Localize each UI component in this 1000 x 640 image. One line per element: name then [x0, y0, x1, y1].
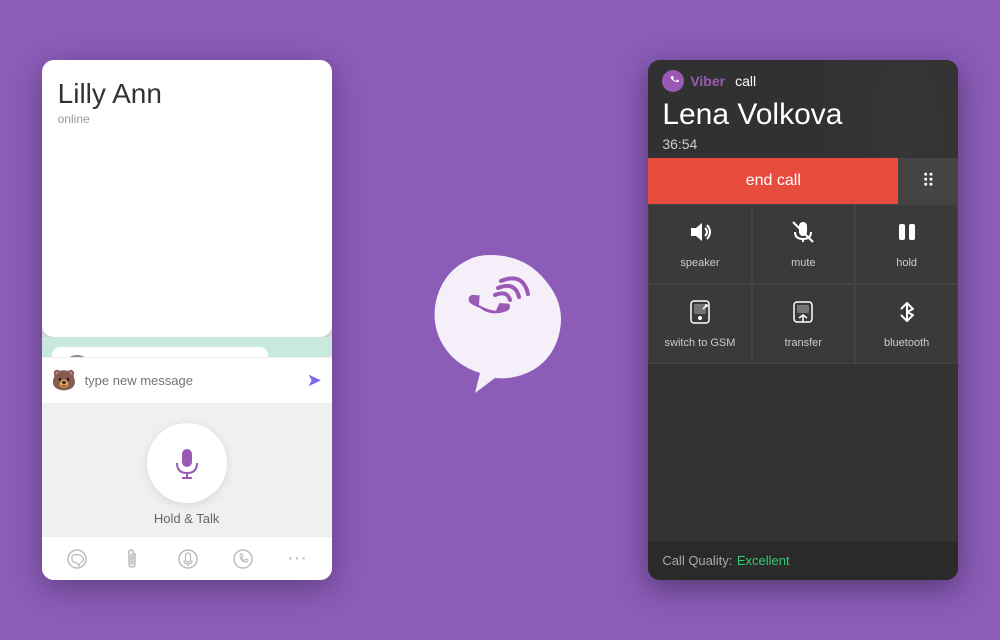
transfer-label: transfer: [785, 337, 822, 349]
call-quality: Call Quality: Excellent: [648, 542, 958, 580]
chat-area: I'm almost at the concert 20:22 Playing …: [42, 337, 332, 357]
message-incoming-1: I'm almost at the concert 20:22: [52, 347, 268, 357]
viber-label: Viber: [690, 73, 725, 89]
call-label: call: [735, 73, 756, 89]
keypad-button[interactable]: ⠿: [898, 158, 958, 204]
switch-gsm-icon: [687, 299, 713, 331]
msg-text-1: I'm almost at the concert: [98, 355, 221, 357]
viber-icon: [662, 70, 684, 92]
message-input[interactable]: [85, 373, 299, 388]
call-controls: speaker mute hold switch to GSM: [648, 204, 958, 364]
bluetooth-button[interactable]: bluetooth: [855, 284, 958, 364]
hold-button[interactable]: hold: [855, 204, 958, 284]
viber-logo: [415, 245, 565, 395]
speaker-button[interactable]: speaker: [648, 204, 751, 284]
call-quality-label: Call Quality:: [662, 553, 732, 568]
hold-icon: [894, 219, 920, 251]
message-input-area: 🐻 ➤: [42, 357, 332, 403]
nav-phone-icon[interactable]: [232, 548, 254, 570]
call-quality-value: Excellent: [737, 553, 790, 568]
transfer-button[interactable]: transfer: [752, 284, 855, 364]
contact-status: online: [58, 112, 316, 126]
call-duration: 36:54: [662, 136, 944, 152]
hold-talk-label: Hold & Talk: [154, 511, 220, 526]
end-call-button[interactable]: end call: [648, 158, 898, 204]
speaker-label: speaker: [680, 257, 719, 269]
end-call-row: end call ⠿: [648, 158, 958, 204]
contact-name: Lilly Ann: [58, 78, 316, 110]
viber-logo-svg: [415, 245, 565, 395]
bluetooth-icon: [894, 299, 920, 331]
bluetooth-label: bluetooth: [884, 337, 929, 349]
switch-gsm-button[interactable]: switch to GSM: [648, 284, 751, 364]
caller-name: Lena Volkova: [662, 98, 944, 132]
microphone-icon: [169, 445, 205, 481]
transfer-icon: [790, 299, 816, 331]
viber-call-badge: Viber call: [662, 70, 944, 92]
nav-more-icon[interactable]: ···: [287, 547, 307, 570]
nav-attachment-icon[interactable]: [121, 548, 143, 570]
call-header: Viber call Lena Volkova 36:54: [648, 60, 958, 158]
left-phone: Lilly Ann online I'm almost at the conce…: [42, 60, 332, 580]
switch-gsm-label: switch to GSM: [665, 337, 736, 349]
mute-button[interactable]: mute: [752, 204, 855, 284]
send-button[interactable]: ➤: [307, 370, 322, 391]
hold-label: hold: [896, 257, 917, 269]
nav-mic-icon[interactable]: [177, 548, 199, 570]
right-phone: Viber call Lena Volkova 36:54 end call ⠿…: [648, 60, 958, 580]
mute-label: mute: [791, 257, 815, 269]
speaker-icon: [687, 219, 713, 251]
mute-icon: [790, 219, 816, 251]
nav-chat-icon[interactable]: [66, 548, 88, 570]
bottom-nav: ···: [42, 536, 332, 580]
emoji-button[interactable]: 🐻: [52, 368, 77, 393]
left-phone-header: Lilly Ann online: [42, 60, 332, 337]
avatar-incoming: [62, 355, 92, 357]
mic-button[interactable]: [147, 423, 227, 503]
hold-talk-area: Hold & Talk: [42, 403, 332, 536]
